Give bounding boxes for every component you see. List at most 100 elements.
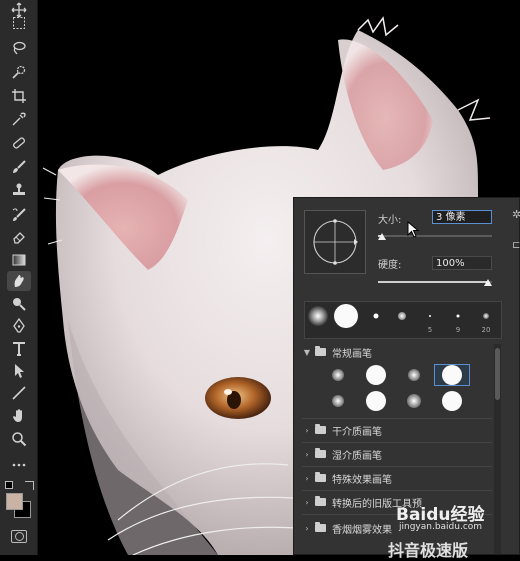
brush-list-scrollbar[interactable] <box>494 344 501 554</box>
brush-tip[interactable] <box>320 390 356 412</box>
size-slider-thumb[interactable] <box>378 233 386 240</box>
recent-brushes: 5 9 20 <box>304 301 502 339</box>
crop-icon <box>12 89 26 103</box>
quick-select-icon <box>12 65 26 79</box>
marquee-tool[interactable] <box>7 13 31 33</box>
hardness-slider[interactable] <box>378 279 492 286</box>
brush-tip[interactable] <box>358 364 394 386</box>
pen-icon <box>13 318 25 333</box>
brush-tips-grid <box>320 364 488 414</box>
brush-group-label: 特殊效果画笔 <box>332 474 392 486</box>
brush-group-label: 干介质画笔 <box>332 426 382 438</box>
chevron-right-icon[interactable]: › <box>302 474 312 483</box>
brush-group-special-effects[interactable]: › 特殊效果画笔 <box>302 468 492 488</box>
folder-icon <box>315 424 326 434</box>
recent-brush[interactable]: 5 <box>417 302 443 336</box>
zoom-icon <box>12 432 27 447</box>
folder-icon <box>315 346 326 356</box>
baidu-watermark-url: jingyan.baidu.com <box>399 522 483 532</box>
eyedropper-tool[interactable] <box>7 109 31 129</box>
line-icon <box>12 386 26 400</box>
brush-group-general[interactable]: ▼ 常规画笔 <box>302 342 492 362</box>
size-input[interactable]: 3 像素 <box>432 210 492 224</box>
type-tool[interactable] <box>7 339 31 359</box>
chevron-down-icon[interactable]: ▼ <box>302 348 312 357</box>
eyedropper-icon <box>12 112 26 126</box>
brush-tip[interactable] <box>396 390 432 412</box>
recent-brush[interactable]: 9 <box>445 302 471 336</box>
brush-group-dry-media[interactable]: › 干介质画笔 <box>302 420 492 440</box>
divider <box>302 442 492 443</box>
recent-brush[interactable] <box>331 302 361 336</box>
divider <box>302 418 492 419</box>
more-tools[interactable] <box>7 455 31 475</box>
folder-icon <box>315 522 326 532</box>
chevron-right-icon[interactable]: › <box>302 450 312 459</box>
brush-tool[interactable] <box>7 157 31 177</box>
dodge-tool[interactable] <box>7 293 31 313</box>
crop-tool[interactable] <box>7 86 31 106</box>
folder-icon <box>315 496 326 506</box>
pen-tool[interactable] <box>7 316 31 336</box>
gear-icon[interactable]: ✲ <box>512 208 520 221</box>
arrow-pointer-icon <box>15 364 24 378</box>
brush-angle-preview[interactable] <box>304 210 366 274</box>
history-brush-tool[interactable] <box>7 205 31 225</box>
dodge-icon <box>13 298 26 311</box>
path-select-tool[interactable] <box>7 361 31 381</box>
type-icon <box>13 342 25 356</box>
divider <box>302 490 492 491</box>
recent-brush[interactable]: 20 <box>473 302 499 336</box>
quick-select-tool[interactable] <box>7 62 31 82</box>
hand-icon <box>13 409 22 422</box>
brush-tip[interactable] <box>434 364 470 386</box>
eraser-tool[interactable] <box>7 227 31 247</box>
quick-mask-icon[interactable] <box>11 530 27 543</box>
brush-shape-icon <box>313 219 358 265</box>
hardness-label: 硬度: <box>378 260 402 271</box>
lasso-icon <box>13 41 26 55</box>
scrollbar-thumb[interactable] <box>495 348 500 400</box>
foreground-color-swatch[interactable] <box>6 493 23 510</box>
brush-tip[interactable] <box>396 364 432 386</box>
mouse-cursor-icon <box>407 221 420 238</box>
brush-tip[interactable] <box>358 390 394 412</box>
brush-tip[interactable] <box>320 364 356 386</box>
gradient-icon <box>12 254 26 266</box>
size-slider[interactable] <box>378 233 492 240</box>
folder-icon <box>315 472 326 482</box>
brush-group-wet-media[interactable]: › 湿介质画笔 <box>302 444 492 464</box>
swap-colors-icon[interactable] <box>25 481 34 490</box>
hardness-slider-thumb[interactable] <box>484 279 492 286</box>
ellipsis-icon <box>12 463 26 467</box>
folder-icon <box>315 448 326 458</box>
hand-tool[interactable] <box>7 406 31 426</box>
zoom-tool[interactable] <box>7 429 31 449</box>
recent-brush[interactable] <box>305 302 331 336</box>
brush-group-label: 香烟烟雾效果 <box>332 524 392 536</box>
gradient-tool[interactable] <box>7 250 31 270</box>
new-preset-icon[interactable]: ⊏ <box>512 240 520 251</box>
hardness-slider-fill <box>378 281 488 283</box>
hardness-input[interactable]: 100% <box>432 256 492 270</box>
app-watermark: 抖音极速版 <box>388 541 469 560</box>
default-colors-icon[interactable] <box>5 481 13 489</box>
size-label: 大小: <box>378 215 402 226</box>
lasso-tool[interactable] <box>7 38 31 58</box>
brush-tip[interactable] <box>434 390 470 412</box>
recent-brush[interactable] <box>389 302 415 336</box>
chevron-right-icon[interactable]: › <box>302 498 312 507</box>
line-tool[interactable] <box>7 383 31 403</box>
brush-group-label: 湿介质画笔 <box>332 450 382 462</box>
chevron-right-icon[interactable]: › <box>302 426 312 435</box>
recent-brush[interactable] <box>363 302 389 336</box>
eraser-icon <box>13 232 25 244</box>
smudge-tool[interactable] <box>7 271 31 291</box>
chevron-right-icon[interactable]: › <box>302 524 312 533</box>
healing-tool[interactable] <box>7 133 31 153</box>
brush-icon <box>13 160 26 173</box>
stamp-tool[interactable] <box>7 180 31 200</box>
tools-panel <box>0 0 38 555</box>
marquee-icon <box>13 17 25 29</box>
stamp-icon <box>13 183 25 195</box>
